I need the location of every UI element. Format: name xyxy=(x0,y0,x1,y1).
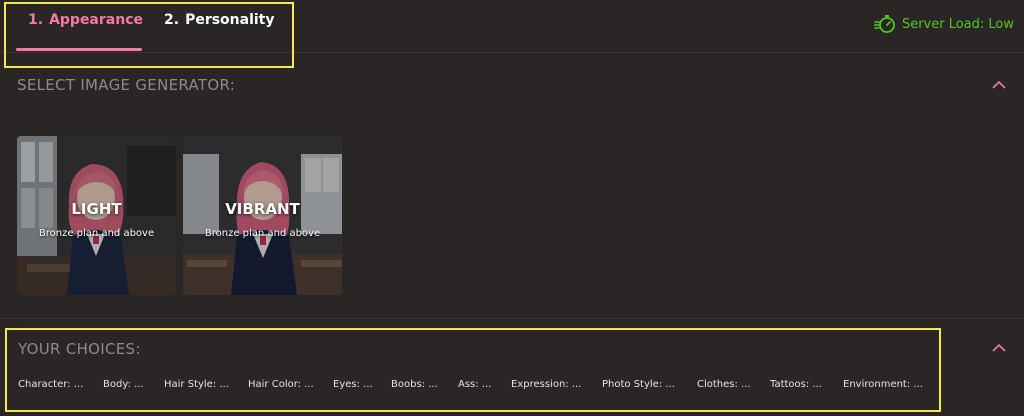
tab-appearance[interactable]: 1. Appearance xyxy=(28,12,143,28)
tab-number: 2. xyxy=(164,12,180,28)
choice-tattoos[interactable]: Tattoos: ... xyxy=(770,379,822,390)
section-title-your-choices: YOUR CHOICES: xyxy=(18,340,141,358)
choice-body[interactable]: Body: ... xyxy=(103,379,144,390)
highlight-box-choices xyxy=(5,328,941,412)
choice-clothes[interactable]: Clothes: ... xyxy=(697,379,751,390)
card-title: VIBRANT xyxy=(225,200,300,218)
chevron-up-icon[interactable] xyxy=(991,80,1007,90)
generator-card-light[interactable]: LIGHT Bronze plan and above xyxy=(17,136,176,295)
chevron-up-icon[interactable] xyxy=(991,343,1007,353)
choice-hair-style[interactable]: Hair Style: ... xyxy=(164,379,229,390)
choice-eyes[interactable]: Eyes: ... xyxy=(333,379,373,390)
stopwatch-icon xyxy=(873,15,895,33)
section-divider xyxy=(0,318,1024,319)
choice-ass[interactable]: Ass: ... xyxy=(458,379,491,390)
choice-boobs[interactable]: Boobs: ... xyxy=(391,379,438,390)
generator-card-vibrant[interactable]: VIBRANT Bronze plan and above xyxy=(183,136,342,295)
choice-photo-style[interactable]: Photo Style: ... xyxy=(602,379,675,390)
active-tab-indicator xyxy=(16,48,142,51)
server-load-indicator: Server Load: Low xyxy=(873,14,1014,34)
choice-character[interactable]: Character: ... xyxy=(18,379,83,390)
choice-hair-color[interactable]: Hair Color: ... xyxy=(248,379,314,390)
tab-label: Personality xyxy=(185,12,275,28)
tab-personality[interactable]: 2. Personality xyxy=(164,12,275,28)
tab-number: 1. xyxy=(28,12,44,28)
choice-expression[interactable]: Expression: ... xyxy=(511,379,581,390)
card-title: LIGHT xyxy=(71,200,122,218)
choice-environment[interactable]: Environment: ... xyxy=(843,379,923,390)
section-title-image-generator: SELECT IMAGE GENERATOR: xyxy=(17,76,236,94)
card-subtitle: Bronze plan and above xyxy=(204,228,321,239)
tabs-bar: 1. Appearance 2. Personality xyxy=(0,0,1024,53)
server-load-text: Server Load: Low xyxy=(901,16,1014,32)
tab-label: Appearance xyxy=(49,12,143,28)
card-subtitle: Bronze plan and above xyxy=(38,228,155,239)
